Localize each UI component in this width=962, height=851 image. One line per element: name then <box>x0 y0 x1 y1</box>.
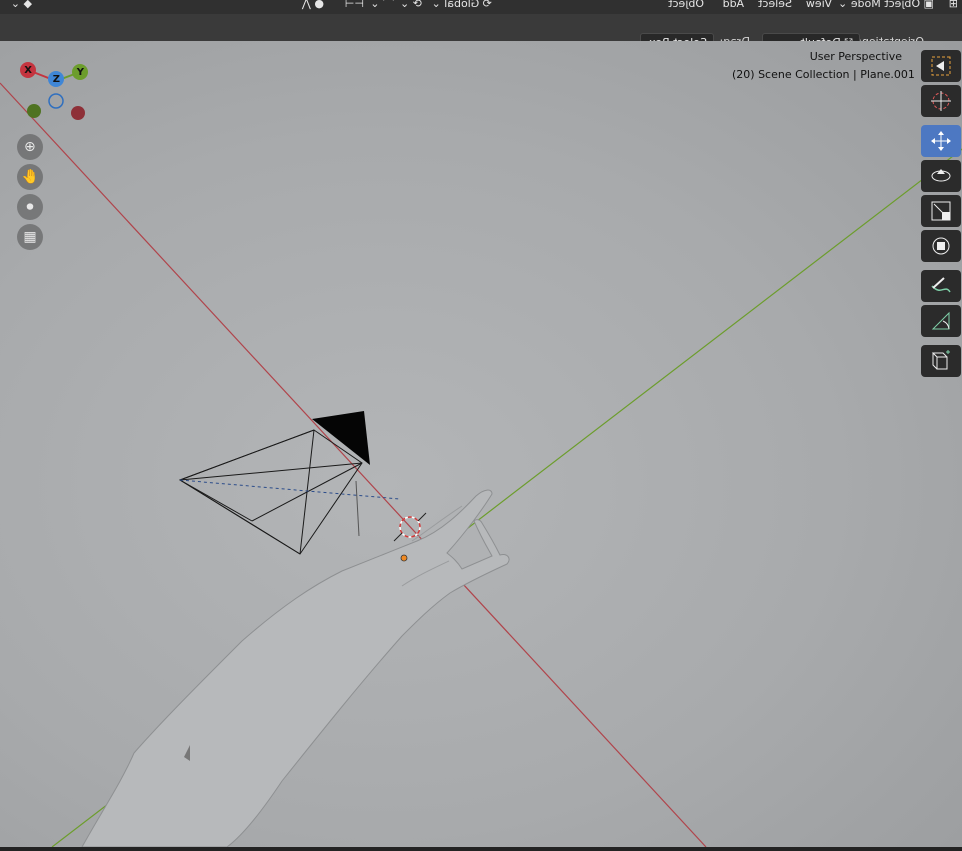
transform-tool[interactable] <box>921 230 961 262</box>
zoom-button[interactable]: ⊕ <box>17 134 43 160</box>
3d-viewport[interactable]: X Y Z ⊕ ✋ ⏺ ▦ User Perspective (20) Scen… <box>0 41 962 847</box>
scale-tool[interactable] <box>921 195 961 227</box>
tool-icon[interactable]: ◆ ⌄ <box>11 0 32 11</box>
cursor-tool[interactable] <box>921 85 961 117</box>
move-icon <box>931 131 951 151</box>
move-tool[interactable] <box>921 125 961 157</box>
menu-select[interactable]: Select <box>758 0 792 11</box>
pan-button[interactable]: ✋ <box>17 164 43 190</box>
annotate-tool[interactable] <box>921 270 961 302</box>
snap-icon[interactable]: ⌒ ⌄ <box>370 0 394 11</box>
scale-icon <box>931 201 951 221</box>
select-box-tool[interactable] <box>921 50 961 82</box>
hand-mesh <box>81 489 510 847</box>
transform-icon <box>932 237 950 255</box>
measure-icon <box>931 311 950 330</box>
editor-type-icon[interactable]: ⊞ <box>949 0 958 11</box>
perspective-toggle-button[interactable]: ▦ <box>17 224 43 250</box>
rotate-icon <box>931 169 951 182</box>
editor-header: ⊞ ▣ Object Mode ⌄ View Select Add Object… <box>0 0 962 15</box>
origin-dot <box>400 554 408 562</box>
proportional-edit-icon[interactable]: ● ⋀ <box>302 0 324 11</box>
rotate-tool[interactable] <box>921 160 961 192</box>
camera-up-triangle <box>312 411 370 465</box>
zoom-icon: ⊕ <box>24 139 36 155</box>
toolbar <box>918 41 962 381</box>
snap-increment-icon[interactable]: ⊢⊣ <box>345 0 364 11</box>
pivot-icon[interactable]: ⟳ ⌄ <box>400 0 422 11</box>
navigation-gizmo[interactable]: X Y Z <box>18 59 94 123</box>
camera-view-button[interactable]: ⏺ <box>17 194 43 220</box>
gizmo-y-axis[interactable]: Y <box>72 64 88 80</box>
x-axis-line <box>0 82 707 847</box>
menu-add[interactable]: Add <box>723 0 744 11</box>
object-mode-dropdown[interactable]: ▣ Object Mode ⌄ <box>838 0 934 11</box>
gizmo-x-axis[interactable]: X <box>20 62 36 78</box>
annotate-icon <box>931 277 951 293</box>
measure-tool[interactable] <box>921 305 961 337</box>
transform-space-dropdown[interactable]: ⟲ Global ⌄ <box>431 0 492 11</box>
menu-view[interactable]: View <box>806 0 832 11</box>
gizmo-z-axis[interactable]: Z <box>48 71 64 87</box>
add-cube-tool[interactable] <box>921 345 961 377</box>
hand-icon: ✋ <box>21 169 39 185</box>
view-name-label: User Perspective <box>809 50 902 63</box>
blender-window: ⊞ ▣ Object Mode ⌄ View Select Add Object… <box>0 0 962 851</box>
grid-icon: ▦ <box>23 229 37 245</box>
add-cube-icon <box>931 350 950 370</box>
status-bar <box>0 847 962 851</box>
collection-info-label: (20) Scene Collection | Plane.001 <box>732 68 915 81</box>
select-box-icon <box>931 56 951 76</box>
camera-icon: ⏺ <box>26 199 34 215</box>
viewport-scene <box>0 82 962 847</box>
tool-settings-header: Orientation: ⤧ Default ⌄ Drag: Select Bo… <box>0 14 962 53</box>
cursor-icon <box>931 91 951 111</box>
menu-object[interactable]: Object <box>668 0 704 11</box>
